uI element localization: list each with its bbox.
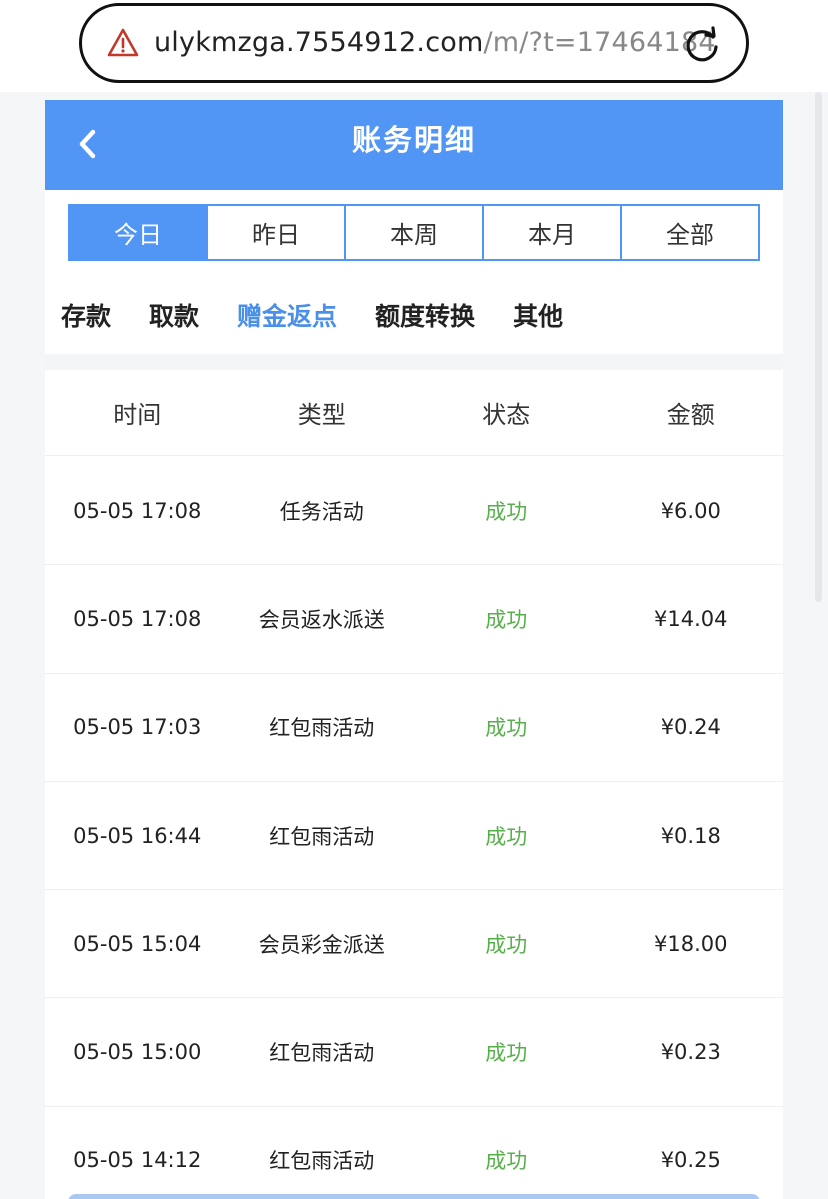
- row-status: 成功: [485, 607, 528, 632]
- table-row: 05-05 16:44 红包雨活动 成功 ¥0.18: [45, 782, 783, 891]
- url-field[interactable]: ulykmzga.7554912.com/m/?t=17464184: [79, 3, 749, 83]
- row-time: 05-05 14:12: [73, 1148, 202, 1173]
- table-row: 05-05 14:12 红包雨活动 成功 ¥0.25: [45, 1107, 783, 1199]
- tab-yesterday[interactable]: 昨日: [206, 206, 344, 259]
- column-header-amount: 金额: [666, 401, 715, 429]
- bottom-button-edge[interactable]: [68, 1194, 760, 1199]
- table-row: 05-05 17:03 红包雨活动 成功 ¥0.24: [45, 674, 783, 782]
- row-time: 05-05 16:44: [73, 823, 202, 848]
- row-amount: ¥14.04: [654, 606, 728, 631]
- row-type: 任务活动: [279, 499, 364, 524]
- row-status: 成功: [485, 716, 528, 741]
- url-path: /m/?t=17464184: [483, 27, 716, 58]
- page-title: 账务明细: [351, 123, 476, 157]
- reload-icon[interactable]: [682, 25, 722, 65]
- row-amount: ¥0.18: [660, 823, 721, 848]
- table-header: 时间 类型 状态 金额: [45, 370, 783, 456]
- tab-all[interactable]: 全部: [620, 206, 758, 259]
- row-type: 红包雨活动: [269, 1041, 375, 1066]
- column-header-status: 状态: [482, 401, 531, 429]
- column-header-type: 类型: [297, 401, 346, 429]
- row-status: 成功: [485, 932, 528, 957]
- page-header: 账务明细: [45, 100, 783, 190]
- tab-balance-transfer[interactable]: 额度转换: [375, 297, 475, 333]
- table-row: 05-05 15:04 会员彩金派送 成功 ¥18.00: [45, 890, 783, 999]
- tab-withdraw[interactable]: 取款: [149, 297, 199, 333]
- row-time: 05-05 15:00: [73, 1040, 202, 1065]
- row-status: 成功: [485, 1149, 528, 1174]
- tab-this-month[interactable]: 本月: [482, 206, 620, 259]
- tab-bonus-rebate[interactable]: 赠金返点: [237, 297, 337, 333]
- row-type: 红包雨活动: [269, 824, 375, 849]
- row-type: 会员彩金派送: [258, 932, 385, 957]
- row-status: 成功: [485, 824, 528, 849]
- url-host: ulykmzga.7554912.com: [154, 27, 484, 58]
- table-row: 05-05 17:08 会员返水派送 成功 ¥14.04: [45, 565, 783, 674]
- tab-deposit[interactable]: 存款: [61, 297, 111, 333]
- row-time: 05-05 15:04: [73, 931, 202, 956]
- row-status: 成功: [485, 1041, 528, 1066]
- tab-this-week[interactable]: 本周: [344, 206, 482, 259]
- column-header-time: 时间: [113, 401, 162, 429]
- row-amount: ¥0.25: [660, 1148, 721, 1173]
- chevron-left-icon[interactable]: [73, 124, 103, 164]
- warning-triangle-icon[interactable]: [106, 26, 140, 60]
- browser-address-bar: ulykmzga.7554912.com/m/?t=17464184: [0, 0, 828, 92]
- row-amount: ¥0.24: [660, 715, 721, 740]
- left-gutter: [0, 92, 45, 1199]
- url-text[interactable]: ulykmzga.7554912.com/m/?t=17464184: [154, 27, 716, 58]
- page-content: 账务明细 今日 昨日 本周 本月 全部 存款 取款 赠金返点 额度转换 其他 时…: [45, 100, 783, 1199]
- row-type: 红包雨活动: [269, 1149, 375, 1174]
- scrollbar[interactable]: [815, 92, 822, 602]
- table-row: 05-05 15:00 红包雨活动 成功 ¥0.23: [45, 998, 783, 1107]
- table-row: 05-05 17:08 任务活动 成功 ¥6.00: [45, 457, 783, 566]
- tab-other[interactable]: 其他: [513, 297, 563, 333]
- row-amount: ¥0.23: [660, 1040, 721, 1065]
- row-time: 05-05 17:03: [73, 715, 202, 740]
- row-type: 红包雨活动: [269, 716, 375, 741]
- row-time: 05-05 17:08: [73, 498, 202, 523]
- tab-today[interactable]: 今日: [70, 206, 206, 259]
- transaction-type-tabs: 存款 取款 赠金返点 额度转换 其他: [61, 297, 601, 333]
- divider-band: [45, 354, 783, 370]
- row-time: 05-05 17:08: [73, 606, 202, 631]
- date-range-tabs: 今日 昨日 本周 本月 全部: [68, 204, 760, 261]
- row-amount: ¥6.00: [660, 498, 721, 523]
- row-amount: ¥18.00: [654, 931, 728, 956]
- row-status: 成功: [485, 499, 528, 524]
- transaction-list: 05-05 17:08 任务活动 成功 ¥6.00 05-05 17:08 会员…: [45, 457, 783, 1199]
- row-type: 会员返水派送: [258, 607, 385, 632]
